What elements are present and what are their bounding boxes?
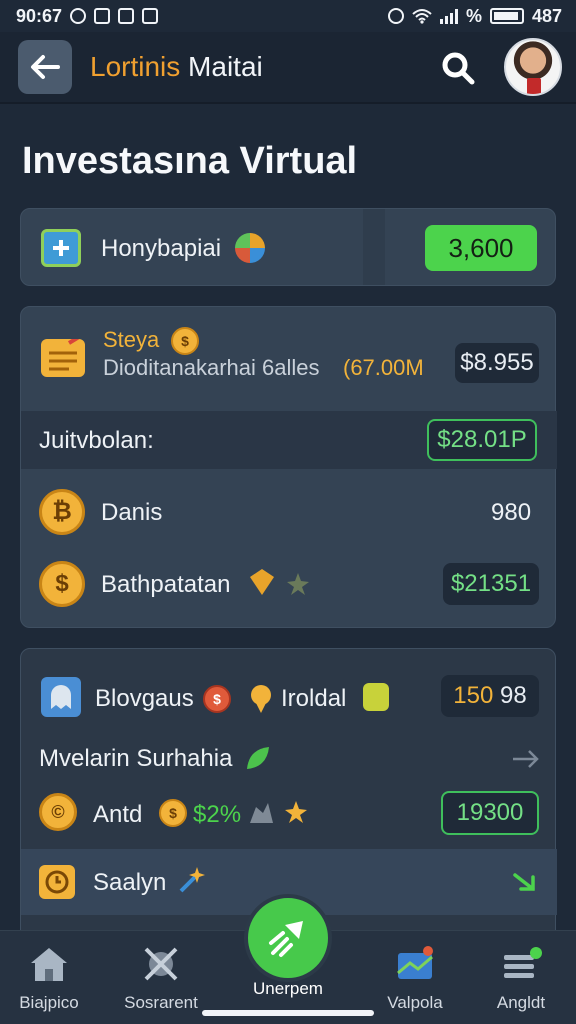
nav-label: Sosrarent — [124, 993, 198, 1012]
coin-badge-icon: $ — [171, 327, 199, 355]
search-icon — [442, 52, 475, 85]
nav-item-home[interactable]: Biajpico — [0, 945, 104, 1013]
coin-icon: © — [39, 793, 77, 831]
battery-level: 487 — [531, 5, 562, 26]
activity-row-value: 19300 — [441, 791, 539, 835]
camera-icon — [142, 8, 159, 24]
coin-icon: ₿ — [39, 489, 85, 535]
photo-icon — [118, 8, 135, 24]
coin-badge-icon: $ — [159, 799, 187, 827]
asset-row-label[interactable]: Danis — [101, 499, 162, 527]
activity-value-primary: 150 — [453, 682, 494, 709]
nav-item-menu[interactable]: Angldt — [466, 945, 576, 1013]
wifi-icon — [412, 9, 432, 24]
messenger-icon — [70, 8, 87, 24]
leaf-icon — [247, 747, 269, 769]
clock-icon — [39, 865, 75, 899]
app-title-accent: Lortinis — [90, 51, 181, 82]
portfolio-subtitle: Dioditanakarhai 6alles — [103, 355, 320, 380]
nav-item-rocket[interactable]: Unerpem — [233, 979, 343, 999]
nav-item-tools[interactable]: Sosrarent — [106, 945, 216, 1013]
app-bar: Lortinis Maitai — [0, 32, 576, 104]
home-indicator — [202, 1010, 374, 1016]
activity-value-secondary: 98 — [500, 682, 527, 709]
leaf-icon — [287, 573, 309, 595]
nav-label: Unerpem — [253, 979, 323, 998]
activity-row-label[interactable]: Antd — [93, 801, 142, 829]
activity-row-label: Saalyn — [93, 869, 167, 896]
rocket-fab-button[interactable] — [244, 894, 332, 982]
pinwheel-icon — [235, 233, 265, 263]
summary-label: Honybapiai — [101, 235, 222, 262]
chevron-right-icon[interactable] — [511, 747, 541, 771]
back-arrow-icon — [31, 55, 60, 79]
avatar[interactable] — [504, 38, 562, 96]
search-button[interactable] — [436, 46, 480, 90]
back-button[interactable] — [18, 40, 72, 94]
diamond-icon — [250, 569, 274, 595]
calendar-icon — [41, 229, 81, 267]
portfolio-value: $8.955 — [455, 343, 539, 383]
dollar-coin-icon: $ — [39, 561, 85, 607]
nav-label: Biajpico — [19, 993, 79, 1012]
card-divider — [363, 209, 385, 285]
battery-percent-sign: % — [465, 5, 482, 26]
menu-icon — [504, 947, 542, 978]
asset-row-label[interactable]: Bathpatatan — [101, 571, 230, 599]
tag-icon — [363, 683, 389, 711]
coin-badge-icon: $ — [203, 685, 231, 713]
alarm-icon — [387, 8, 404, 24]
nav-item-map[interactable]: Valpola — [360, 945, 470, 1013]
app-title-rest: Maitai — [180, 51, 263, 82]
star-icon — [285, 801, 307, 823]
arrow-down-right-icon[interactable] — [511, 869, 539, 893]
portfolio-title: Steya — [103, 327, 160, 352]
portfolio-subtitle-amount: (67.00M — [343, 355, 424, 380]
activity-row-label-2: Iroldal — [281, 685, 347, 712]
wand-icon — [179, 867, 205, 893]
pin-icon — [251, 685, 271, 713]
balance-label: Juitvbolan: — [39, 427, 154, 454]
activity-row-value: 150 98 — [441, 675, 539, 717]
home-icon — [31, 948, 67, 981]
activity-row-label[interactable]: Mvelarin Surhahia — [39, 745, 232, 773]
portfolio-card: Steya $ Dioditanakarhai 6alles (67.00M $… — [20, 306, 557, 628]
mail-icon — [94, 8, 111, 24]
map-icon — [397, 946, 433, 979]
tools-icon — [144, 947, 178, 981]
nav-label: Angldt — [496, 993, 546, 1012]
app-title: Lortinis Maitai — [90, 51, 263, 83]
asset-row-value: 980 — [491, 499, 532, 526]
rocket-icon — [269, 921, 303, 957]
balance-value: $28.01P — [427, 419, 537, 461]
asset-row-value: $21351 — [443, 563, 539, 605]
page-title: Investasına Virtual — [22, 140, 358, 182]
ghost-icon — [41, 677, 81, 717]
rock-icon — [250, 803, 273, 823]
activity-percent: $2% — [193, 801, 242, 828]
status-bar: 90:67 % 487 — [0, 0, 576, 32]
summary-card[interactable]: Honybapiai 3,600 — [20, 208, 556, 286]
nav-label: Valpola — [387, 993, 443, 1012]
wallet-icon — [41, 339, 85, 377]
balance-band: Juitvbolan: $28.01P — [21, 411, 557, 469]
signal-icon — [439, 8, 458, 24]
battery-icon — [489, 8, 524, 24]
status-time: 90:67 — [16, 5, 63, 26]
summary-value: 3,600 — [425, 225, 537, 271]
activity-row-label[interactable]: Blovgaus — [95, 685, 194, 713]
